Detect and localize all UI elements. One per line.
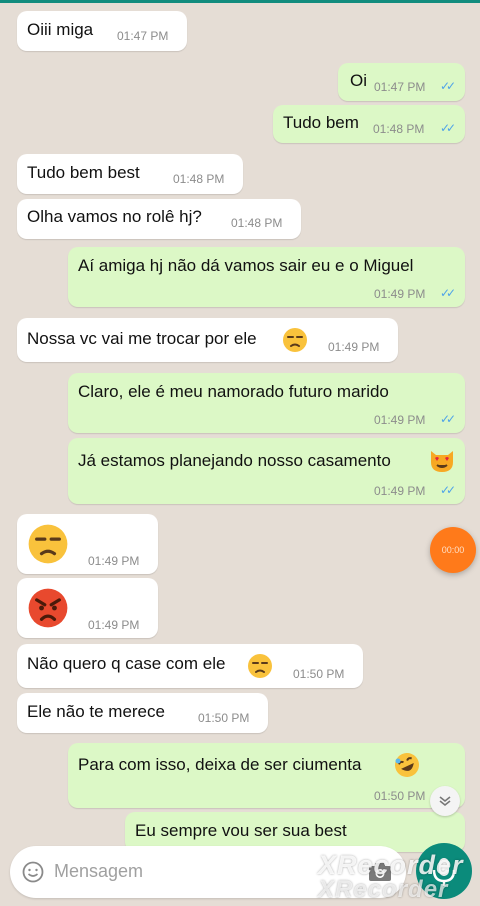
message-text: Tudo bem — [283, 113, 359, 132]
message-text: Claro, ele é meu namorado futuro marido — [78, 382, 389, 401]
message-incoming[interactable]: Nossa vc vai me trocar por ele 01:49 PM — [17, 318, 398, 362]
message-time: 01:48 PM — [231, 216, 283, 230]
chat-area[interactable]: Oiii miga 01:47 PM Oi 01:47 PM ✓✓ Tudo b… — [0, 0, 480, 906]
message-time: 01:48 PM — [373, 122, 425, 136]
chevron-down-icon — [439, 796, 451, 807]
message-time: 01:49 PM — [88, 618, 140, 632]
message-text: Oiii miga — [27, 20, 94, 39]
message-text: Oi — [350, 71, 367, 90]
emoji-icon[interactable] — [22, 861, 44, 883]
message-time: 01:48 PM — [173, 172, 225, 186]
message-incoming[interactable]: 01:49 PM — [17, 514, 158, 574]
message-text: Não quero q case com ele — [27, 654, 226, 673]
double-check-icon: ✓✓ — [440, 121, 456, 135]
message-outgoing[interactable]: Para com isso, deixa de ser ciumenta 01:… — [68, 743, 465, 808]
message-input[interactable]: Mensagem — [54, 861, 143, 882]
double-check-icon: ✓✓ — [440, 412, 456, 426]
unamused-face-icon — [248, 654, 272, 678]
double-check-icon: ✓✓ — [440, 483, 456, 497]
message-time: 01:50 PM — [374, 789, 426, 803]
screen-recorder-button[interactable]: 00:00 — [430, 527, 476, 573]
watermark-line2: XRecorder — [318, 876, 449, 903]
message-incoming[interactable]: Não quero q case com ele 01:50 PM — [17, 644, 363, 688]
heart-eyes-cat-icon — [431, 451, 453, 472]
message-time: 01:50 PM — [198, 711, 250, 725]
message-text: Aí amiga hj não dá vamos sair eu e o Mig… — [78, 256, 414, 275]
message-incoming[interactable]: Ele não te merece 01:50 PM — [17, 693, 268, 733]
message-time: 01:49 PM — [328, 340, 380, 354]
double-check-icon: ✓✓ — [440, 286, 456, 300]
double-check-icon: ✓✓ — [440, 79, 456, 93]
message-time: 01:49 PM — [88, 554, 140, 568]
message-time: 01:49 PM — [374, 413, 426, 427]
message-text: Nossa vc vai me trocar por ele — [27, 329, 257, 348]
unamused-face-icon — [283, 328, 307, 352]
rofl-face-icon — [395, 753, 419, 777]
message-text: Ele não te merece — [27, 702, 165, 721]
message-incoming[interactable]: Oiii miga 01:47 PM — [17, 11, 187, 51]
message-time: 01:49 PM — [374, 484, 426, 498]
message-text: Para com isso, deixa de ser ciumenta — [78, 755, 362, 774]
message-outgoing[interactable]: Tudo bem 01:48 PM ✓✓ — [273, 105, 465, 143]
unamused-face-icon — [28, 524, 68, 564]
recorder-time: 00:00 — [441, 545, 465, 555]
message-time: 01:50 PM — [293, 667, 345, 681]
message-time: 01:47 PM — [374, 80, 426, 94]
message-text: Eu sempre vou ser sua best — [135, 821, 347, 840]
message-outgoing[interactable]: Já estamos planejando nosso casamento 01… — [68, 438, 465, 504]
message-outgoing[interactable]: Claro, ele é meu namorado futuro marido … — [68, 373, 465, 433]
message-time: 01:47 PM — [117, 29, 169, 43]
message-text: Já estamos planejando nosso casamento — [78, 451, 391, 470]
angry-face-icon — [28, 588, 68, 628]
message-incoming[interactable]: Olha vamos no rolê hj? 01:48 PM — [17, 199, 301, 239]
message-text: Tudo bem best — [27, 163, 140, 182]
message-outgoing[interactable]: Aí amiga hj não dá vamos sair eu e o Mig… — [68, 247, 465, 307]
message-incoming[interactable]: Tudo bem best 01:48 PM — [17, 154, 243, 194]
message-incoming[interactable]: 01:49 PM — [17, 578, 158, 638]
message-outgoing[interactable]: Oi 01:47 PM ✓✓ — [338, 63, 465, 101]
scroll-to-bottom-button[interactable] — [430, 786, 460, 816]
message-time: 01:49 PM — [374, 287, 426, 301]
message-text: Olha vamos no rolê hj? — [27, 207, 202, 226]
